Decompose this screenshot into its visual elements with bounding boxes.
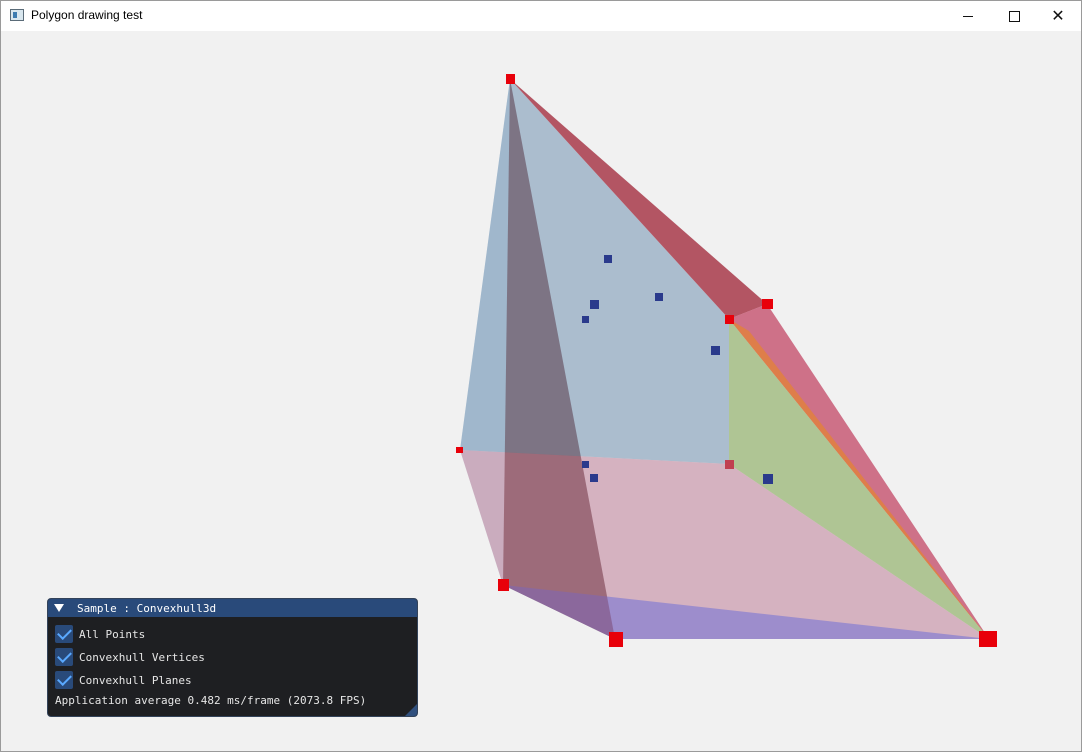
checkmark-icon [56, 625, 72, 641]
vertex-marker [725, 315, 734, 324]
point-marker [711, 346, 720, 355]
point-marker [590, 474, 598, 482]
window-title: Polygon drawing test [31, 8, 143, 22]
panel-title: Sample : Convexhull3d [77, 601, 217, 615]
vertex-marker [609, 632, 623, 647]
point-marker [582, 316, 589, 323]
app-window: Polygon drawing test ✕ Sample: Convexhu… [0, 0, 1082, 752]
checkbox-label: All Points [79, 627, 146, 641]
maximize-icon [1008, 10, 1020, 22]
close-icon: ✕ [1051, 6, 1065, 25]
panel-header[interactable]: Sample : Convexhull3d [48, 599, 417, 617]
vertex-marker [762, 299, 773, 309]
vertex-marker [725, 460, 734, 469]
checkmark-icon [56, 648, 72, 664]
checkbox-label: Convexhull Vertices [79, 650, 205, 664]
checkbox-box[interactable] [55, 648, 73, 666]
close-button[interactable]: ✕ [1035, 1, 1081, 31]
fps-status: Application average 0.482 ms/frame (2073… [55, 694, 367, 707]
vertex-marker [506, 74, 515, 84]
minimize-icon [963, 15, 973, 17]
hull-planes [460, 79, 989, 639]
checkbox-all-points[interactable]: All Points [55, 625, 145, 643]
vertex-marker [498, 579, 509, 591]
vertex-marker [979, 631, 997, 647]
imgui-panel[interactable]: Sample : Convexhull3d All Points Convexh… [47, 598, 418, 717]
checkbox-label: Convexhull Planes [79, 673, 192, 687]
checkmark-icon [56, 671, 72, 687]
checkbox-convexhull-planes[interactable]: Convexhull Planes [55, 671, 192, 689]
app-window-icon [10, 9, 24, 21]
point-marker [763, 474, 773, 484]
triangle-down-icon[interactable] [54, 604, 64, 612]
vertex-marker [456, 447, 463, 453]
point-marker [582, 461, 589, 468]
checkbox-convexhull-vertices[interactable]: Convexhull Vertices [55, 648, 205, 666]
point-marker [604, 255, 612, 263]
point-marker [655, 293, 663, 301]
title-bar[interactable]: Polygon drawing test ✕ [1, 1, 1081, 31]
checkbox-box[interactable] [55, 671, 73, 689]
maximize-button[interactable] [991, 1, 1037, 31]
resize-grip-icon[interactable] [405, 704, 417, 716]
point-marker [590, 300, 599, 309]
minimize-button[interactable] [945, 1, 991, 31]
checkbox-box[interactable] [55, 625, 73, 643]
